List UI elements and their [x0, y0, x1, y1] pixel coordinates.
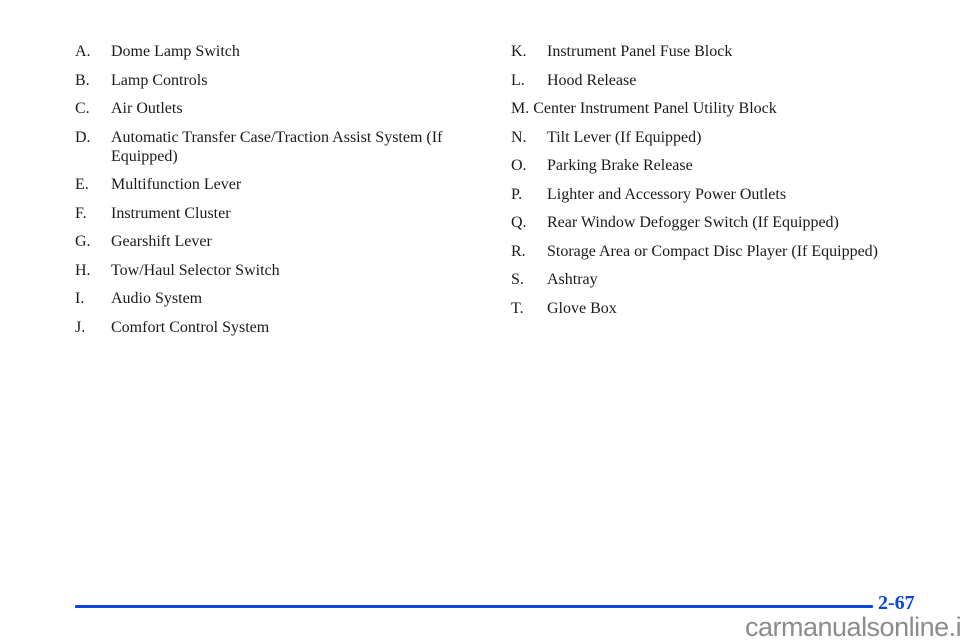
legend-label: Center Instrument Panel Utility Block: [533, 100, 777, 117]
legend-letter: N.: [511, 128, 527, 146]
legend-letter: R.: [511, 242, 526, 260]
legend-label: Instrument Panel Fuse Block: [547, 43, 733, 60]
legend-item: Q. Rear Window Defogger Switch (If Equipp…: [511, 213, 941, 232]
legend-item: G. Gearshift Lever: [75, 232, 495, 251]
legend-label: Lighter and Accessory Power Outlets: [547, 185, 787, 203]
legend-item: L. Hood Release: [511, 71, 941, 90]
legend-item: C. Air Outlets: [75, 99, 495, 118]
legend-item: B. Lamp Controls: [75, 71, 495, 90]
legend-label: Tow/Haul Selector Switch: [111, 261, 280, 279]
legend-letter: E.: [75, 176, 89, 193]
legend-label: Instrument Cluster: [111, 204, 231, 222]
legend-label: Parking Brake Release: [547, 157, 693, 174]
legend-label: Rear Window Defogger Switch (If Equipped…: [547, 214, 839, 231]
legend-letter: O.: [511, 157, 527, 174]
legend-letter: I.: [75, 290, 85, 307]
legend-item: D. Automatic Transfer Case/Traction Assis…: [75, 128, 495, 166]
legend-label: Ashtray: [547, 271, 598, 288]
legend-letter: P.: [511, 185, 523, 203]
legend-letter: J.: [75, 318, 86, 336]
legend-label: Automatic Transfer Case/Traction Assist …: [111, 128, 443, 165]
legend-label: Multifunction Lever: [111, 176, 242, 193]
legend-item: P. Lighter and Accessory Power Outlets: [511, 185, 941, 204]
legend-label: Comfort Control System: [111, 318, 270, 336]
legend-label: Audio System: [111, 290, 203, 307]
left-legend-list: A. Dome Lamp Switch B. Lamp Controls C. Air…: [75, 42, 495, 346]
legend-letter: K.: [511, 43, 527, 60]
legend-item: S. Ashtray: [511, 270, 941, 289]
legend-letter: A.: [75, 43, 91, 60]
legend-item: M. Center Instrument Panel Utility Block: [511, 99, 941, 118]
legend-label: Dome Lamp Switch: [111, 43, 240, 60]
legend-letter: T.: [511, 299, 524, 317]
legend-label: Lamp Controls: [111, 71, 208, 89]
right-legend-list: K. Instrument Panel Fuse Block L. Hood Rel…: [511, 42, 941, 327]
legend-item: R. Storage Area or Compact Disc Player (I…: [511, 242, 941, 261]
legend-label: Air Outlets: [111, 100, 183, 117]
legend-item: T. Glove Box: [511, 299, 941, 318]
legend-label: Gearshift Lever: [111, 233, 212, 250]
legend-item: I. Audio System: [75, 289, 495, 308]
legend-item: J. Comfort Control System: [75, 318, 495, 337]
legend-item: F. Instrument Cluster: [75, 204, 495, 223]
legend-item: K. Instrument Panel Fuse Block: [511, 42, 941, 61]
legend-letter: L.: [511, 71, 525, 89]
legend-letter: H.: [75, 261, 91, 279]
legend-letter: S.: [511, 271, 524, 288]
legend-letter: F.: [75, 204, 87, 222]
legend-label: Storage Area or Compact Disc Player (If …: [547, 242, 879, 260]
legend-letter: G.: [75, 233, 91, 250]
legend-letter: C.: [75, 100, 90, 117]
legend-item: E. Multifunction Lever: [75, 175, 495, 194]
legend-letter: M.: [511, 100, 530, 117]
legend-letter: D.: [75, 128, 91, 146]
legend-letter: B.: [75, 71, 90, 89]
legend-item: A. Dome Lamp Switch: [75, 42, 495, 61]
legend-label: Tilt Lever (If Equipped): [547, 128, 702, 146]
footer-divider: [75, 605, 873, 608]
legend-item: N. Tilt Lever (If Equipped): [511, 128, 941, 147]
legend-letter: Q.: [511, 214, 527, 231]
watermark: carmanualsonline.info: [745, 612, 960, 642]
legend-item: O. Parking Brake Release: [511, 156, 941, 175]
legend-label: Glove Box: [547, 299, 617, 317]
legend-item: H. Tow/Haul Selector Switch: [75, 261, 495, 280]
legend-label: Hood Release: [547, 71, 637, 89]
